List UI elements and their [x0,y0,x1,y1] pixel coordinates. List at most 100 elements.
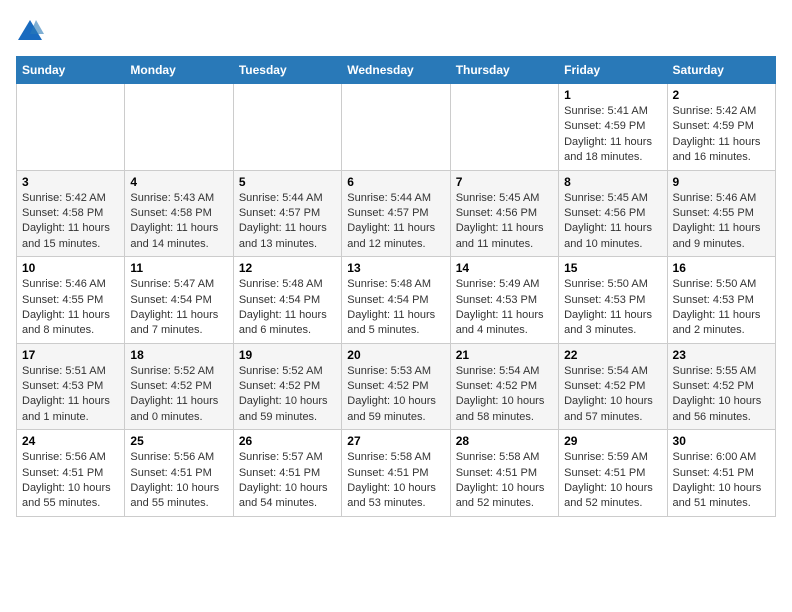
day-info: Sunrise: 5:58 AMSunset: 4:51 PMDaylight:… [456,450,553,512]
day-info: Sunrise: 5:54 AMSunset: 4:52 PMDaylight:… [456,364,553,426]
logo-icon [16,16,44,44]
weekday-header-sunday: Sunday [17,57,125,84]
calendar-cell: 8 Sunrise: 5:45 AMSunset: 4:56 PMDaylight… [559,170,667,257]
calendar-cell: 26Sunrise: 5:57 AMSunset: 4:51 PMDayligh… [233,430,341,517]
day-number: 30 [673,434,770,448]
day-info: Sunrise: 5:46 AMSunset: 4:55 PMDaylight:… [22,277,119,339]
calendar-cell: 6 Sunrise: 5:44 AMSunset: 4:57 PMDaylight… [342,170,450,257]
calendar-cell: 20 Sunrise: 5:53 AMSunset: 4:52 PMDayligh… [342,343,450,430]
day-number: 24 [22,434,119,448]
page-header [16,16,776,44]
day-info: Sunrise: 5:53 AMSunset: 4:52 PMDaylight:… [347,364,444,426]
day-number: 22 [564,348,661,362]
weekday-header-wednesday: Wednesday [342,57,450,84]
day-info: Sunrise: 5:46 AMSunset: 4:55 PMDaylight:… [673,191,770,253]
day-number: 27 [347,434,444,448]
calendar-cell [17,84,125,171]
day-number: 11 [130,261,227,275]
weekday-header-saturday: Saturday [667,57,775,84]
day-number: 15 [564,261,661,275]
calendar-cell [450,84,558,171]
calendar-cell: 23 Sunrise: 5:55 AMSunset: 4:52 PMDayligh… [667,343,775,430]
day-info: Sunrise: 5:59 AMSunset: 4:51 PMDaylight:… [564,450,661,512]
weekday-header-tuesday: Tuesday [233,57,341,84]
day-number: 5 [239,175,336,189]
calendar-cell: 27 Sunrise: 5:58 AMSunset: 4:51 PMDayligh… [342,430,450,517]
day-number: 8 [564,175,661,189]
day-info: Sunrise: 5:44 AMSunset: 4:57 PMDaylight:… [239,191,336,253]
day-number: 16 [673,261,770,275]
day-number: 14 [456,261,553,275]
day-number: 29 [564,434,661,448]
day-info: Sunrise: 5:43 AMSunset: 4:58 PMDaylight:… [130,191,227,253]
calendar-week-5: 24 Sunrise: 5:56 AMSunset: 4:51 PMDayligh… [17,430,776,517]
calendar-cell: 12Sunrise: 5:48 AMSunset: 4:54 PMDayligh… [233,257,341,344]
day-info: Sunrise: 5:44 AMSunset: 4:57 PMDaylight:… [347,191,444,253]
calendar-cell: 5 Sunrise: 5:44 AMSunset: 4:57 PMDaylight… [233,170,341,257]
day-info: Sunrise: 5:41 AMSunset: 4:59 PMDaylight:… [564,104,661,166]
day-number: 10 [22,261,119,275]
weekday-header-monday: Monday [125,57,233,84]
calendar-cell: 14 Sunrise: 5:49 AMSunset: 4:53 PMDayligh… [450,257,558,344]
day-number: 19 [239,348,336,362]
day-number: 12 [239,261,336,275]
calendar-cell: 3 Sunrise: 5:42 AMSunset: 4:58 PMDaylight… [17,170,125,257]
day-number: 23 [673,348,770,362]
day-info: Sunrise: 5:42 AMSunset: 4:58 PMDaylight:… [22,191,119,253]
day-info: Sunrise: 5:56 AMSunset: 4:51 PMDaylight:… [22,450,119,512]
calendar-table: SundayMondayTuesdayWednesdayThursdayFrid… [16,56,776,517]
weekday-header-thursday: Thursday [450,57,558,84]
day-info: Sunrise: 5:45 AMSunset: 4:56 PMDaylight:… [456,191,553,253]
logo [16,16,48,44]
day-number: 13 [347,261,444,275]
calendar-cell [233,84,341,171]
day-info: Sunrise: 5:55 AMSunset: 4:52 PMDaylight:… [673,364,770,426]
calendar-cell [125,84,233,171]
day-number: 1 [564,88,661,102]
calendar-cell: 29 Sunrise: 5:59 AMSunset: 4:51 PMDayligh… [559,430,667,517]
day-number: 25 [130,434,227,448]
calendar-cell: 7 Sunrise: 5:45 AMSunset: 4:56 PMDaylight… [450,170,558,257]
calendar-cell: 25Sunrise: 5:56 AMSunset: 4:51 PMDayligh… [125,430,233,517]
day-info: Sunrise: 5:58 AMSunset: 4:51 PMDaylight:… [347,450,444,512]
day-info: Sunrise: 5:50 AMSunset: 4:53 PMDaylight:… [673,277,770,339]
calendar-cell: 15 Sunrise: 5:50 AMSunset: 4:53 PMDayligh… [559,257,667,344]
day-info: Sunrise: 5:51 AMSunset: 4:53 PMDaylight:… [22,364,119,426]
calendar-cell: 16 Sunrise: 5:50 AMSunset: 4:53 PMDayligh… [667,257,775,344]
calendar-cell: 4Sunrise: 5:43 AMSunset: 4:58 PMDaylight… [125,170,233,257]
day-info: Sunrise: 5:45 AMSunset: 4:56 PMDaylight:… [564,191,661,253]
calendar-cell: 30 Sunrise: 6:00 AMSunset: 4:51 PMDayligh… [667,430,775,517]
day-info: Sunrise: 5:54 AMSunset: 4:52 PMDaylight:… [564,364,661,426]
calendar-cell: 24 Sunrise: 5:56 AMSunset: 4:51 PMDayligh… [17,430,125,517]
day-info: Sunrise: 5:49 AMSunset: 4:53 PMDaylight:… [456,277,553,339]
calendar-cell: 18 Sunrise: 5:52 AMSunset: 4:52 PMDayligh… [125,343,233,430]
day-number: 28 [456,434,553,448]
calendar-cell: 28 Sunrise: 5:58 AMSunset: 4:51 PMDayligh… [450,430,558,517]
day-info: Sunrise: 6:00 AMSunset: 4:51 PMDaylight:… [673,450,770,512]
day-number: 9 [673,175,770,189]
day-number: 21 [456,348,553,362]
day-number: 26 [239,434,336,448]
day-info: Sunrise: 5:52 AMSunset: 4:52 PMDaylight:… [130,364,227,426]
day-info: Sunrise: 5:47 AMSunset: 4:54 PMDaylight:… [130,277,227,339]
day-info: Sunrise: 5:42 AMSunset: 4:59 PMDaylight:… [673,104,770,166]
day-number: 3 [22,175,119,189]
calendar-week-2: 3 Sunrise: 5:42 AMSunset: 4:58 PMDaylight… [17,170,776,257]
day-info: Sunrise: 5:48 AMSunset: 4:54 PMDaylight:… [347,277,444,339]
day-number: 20 [347,348,444,362]
day-number: 17 [22,348,119,362]
calendar-cell: 10 Sunrise: 5:46 AMSunset: 4:55 PMDayligh… [17,257,125,344]
day-number: 18 [130,348,227,362]
calendar-week-1: 1 Sunrise: 5:41 AMSunset: 4:59 PMDaylight… [17,84,776,171]
calendar-cell [342,84,450,171]
calendar-cell: 9 Sunrise: 5:46 AMSunset: 4:55 PMDaylight… [667,170,775,257]
calendar-cell: 19 Sunrise: 5:52 AMSunset: 4:52 PMDayligh… [233,343,341,430]
day-info: Sunrise: 5:52 AMSunset: 4:52 PMDaylight:… [239,364,336,426]
calendar-week-4: 17 Sunrise: 5:51 AMSunset: 4:53 PMDayligh… [17,343,776,430]
day-number: 2 [673,88,770,102]
calendar-cell: 2 Sunrise: 5:42 AMSunset: 4:59 PMDaylight… [667,84,775,171]
day-number: 7 [456,175,553,189]
day-number: 6 [347,175,444,189]
day-info: Sunrise: 5:50 AMSunset: 4:53 PMDaylight:… [564,277,661,339]
weekday-header-friday: Friday [559,57,667,84]
